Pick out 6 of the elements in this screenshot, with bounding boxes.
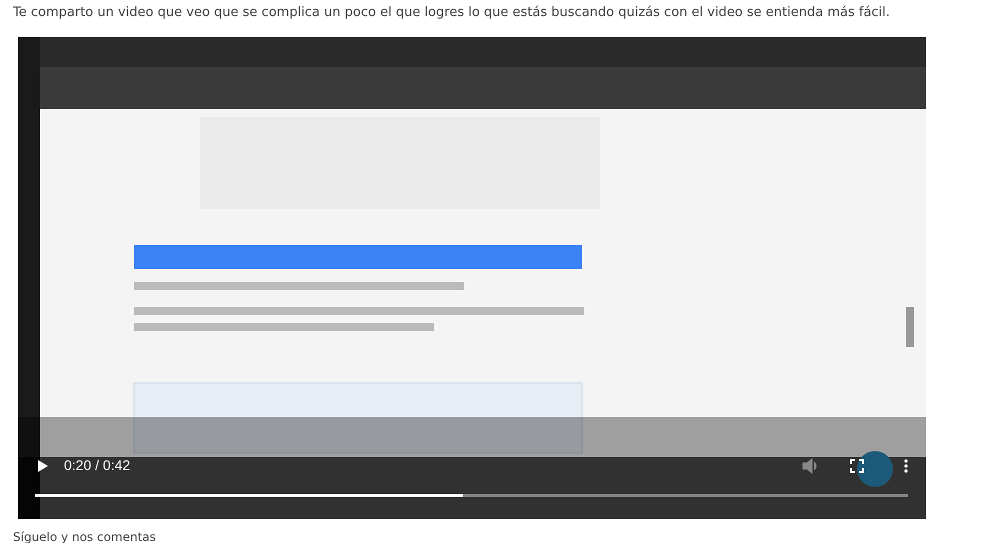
play-button[interactable] [36,458,50,474]
more-icon[interactable] [904,458,908,472]
fullscreen-icon[interactable] [850,458,864,472]
progress-track[interactable] [35,494,908,497]
intro-text: Te comparto un video que veo que se complica un poco el que logres lo que estás buscando quizás con el video se entienda más fácil. [13,4,890,22]
time-display: 0:20 / 0:42 [64,456,130,475]
